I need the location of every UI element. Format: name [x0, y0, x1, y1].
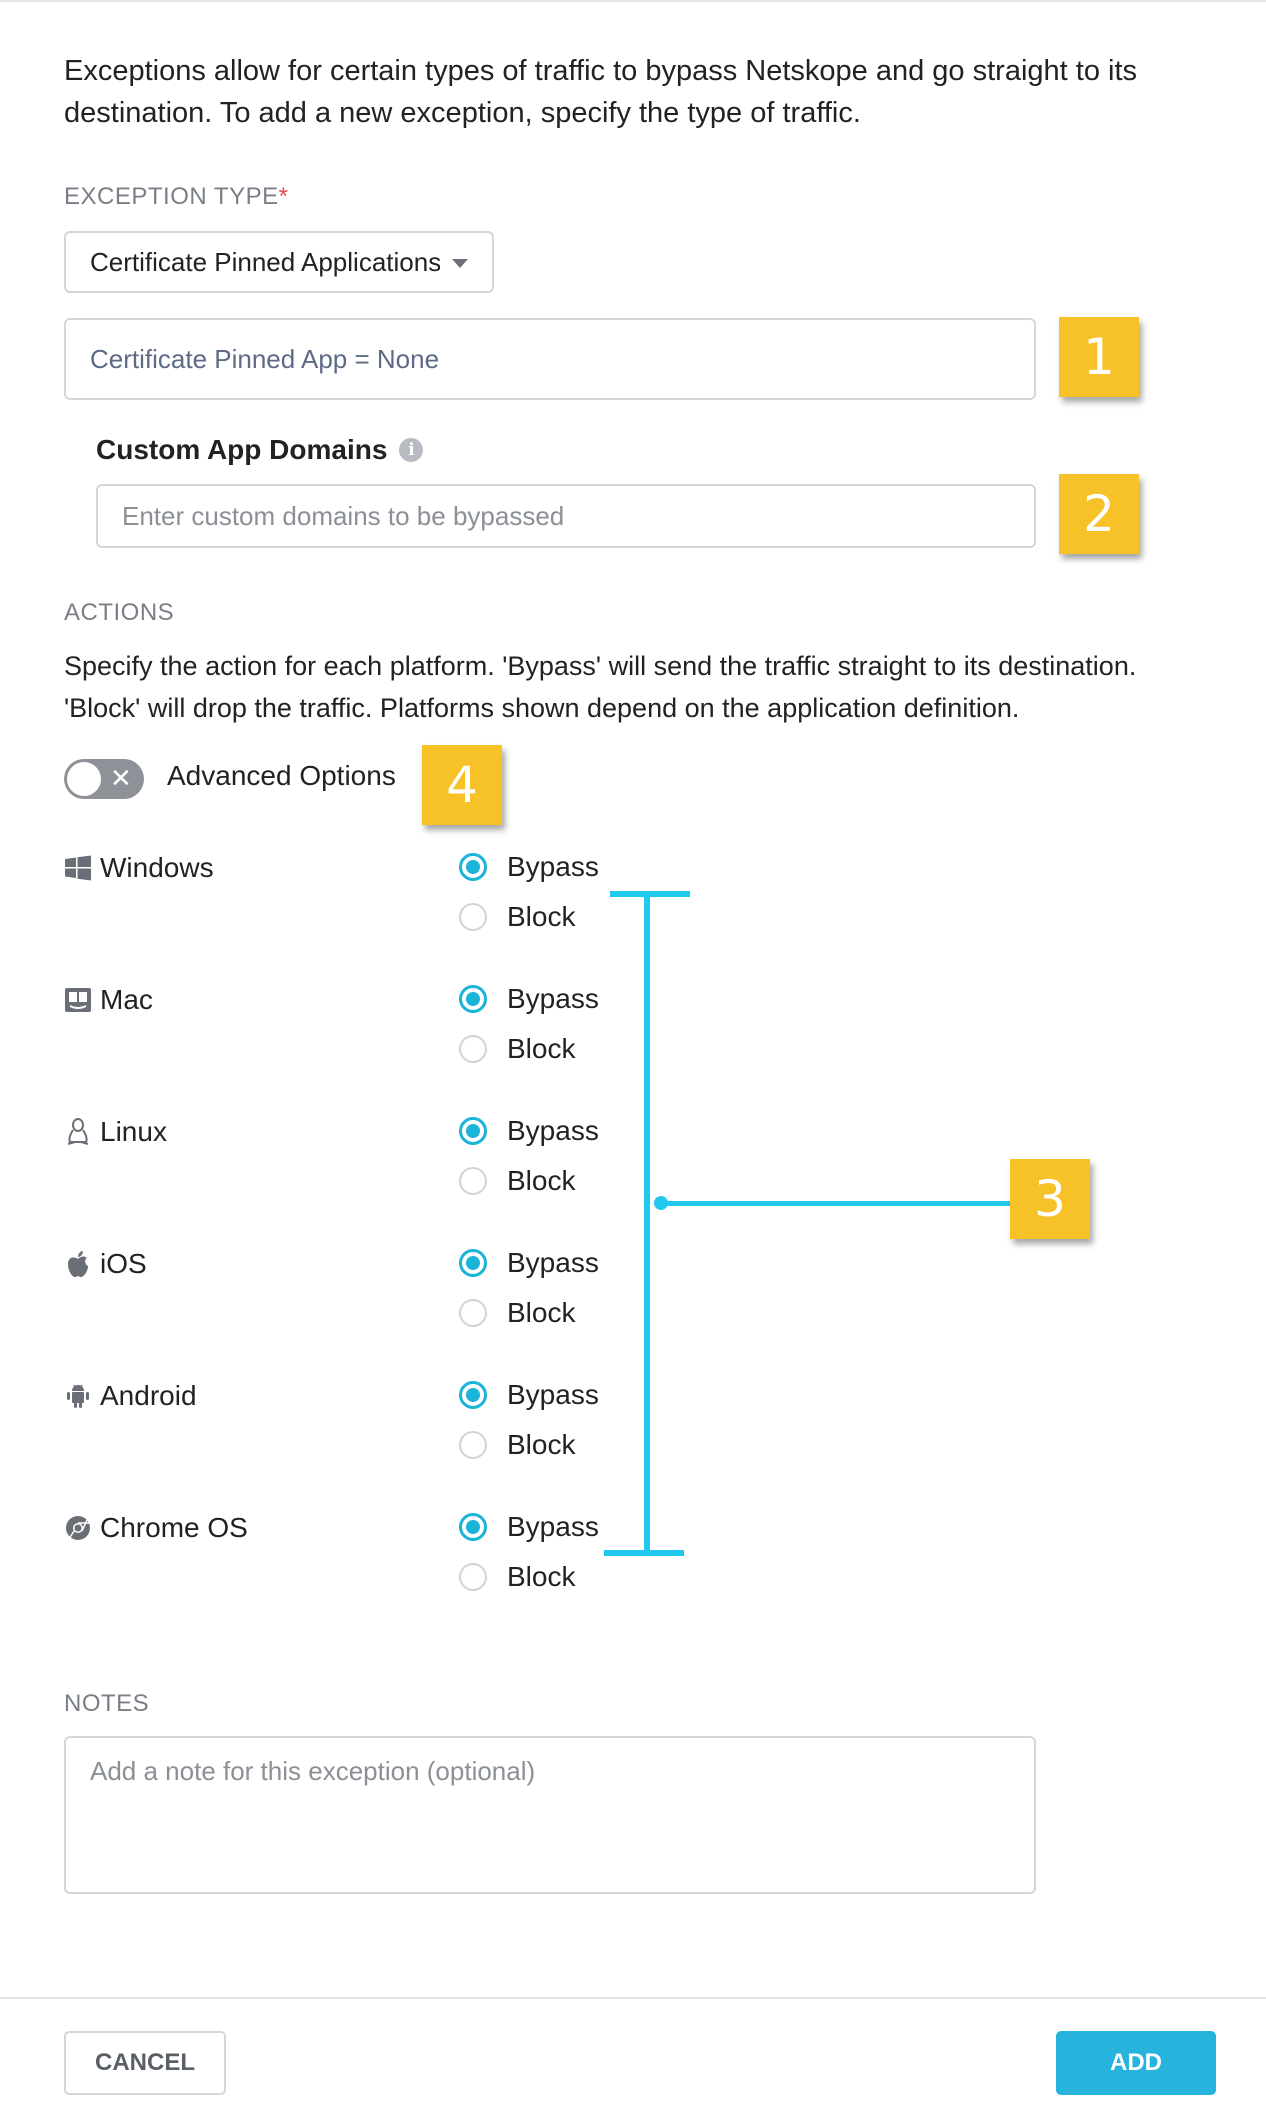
chrome-os-block-option[interactable]: Block	[459, 1561, 575, 1593]
add-button[interactable]: ADD	[1056, 2031, 1216, 2095]
platform-chrome-os: Chrome OS	[64, 1512, 248, 1544]
bracket-bottom-cap	[604, 1550, 684, 1556]
exception-type-label: EXCEPTION TYPE*	[64, 183, 288, 211]
radio-label: Block	[507, 901, 576, 932]
windows-icon	[64, 854, 92, 882]
platform-name: Mac	[100, 984, 153, 1015]
top-divider	[0, 0, 1266, 2]
annotation-badge-2: 2	[1059, 474, 1139, 554]
ios-block-option[interactable]: Block	[459, 1297, 575, 1329]
annotation-badge-4: 4	[422, 745, 502, 825]
radio-button[interactable]	[459, 1117, 487, 1145]
windows-block-option[interactable]: Block	[459, 901, 575, 933]
radio-button[interactable]	[459, 1381, 487, 1409]
android-block-option[interactable]: Block	[459, 1429, 575, 1461]
notes-label: NOTES	[64, 1690, 150, 1717]
linux-penguin-icon	[64, 1118, 92, 1146]
platform-name: Chrome OS	[100, 1512, 248, 1543]
mac-finder-icon	[64, 986, 92, 1014]
platform-linux: Linux	[64, 1116, 167, 1148]
cancel-button[interactable]: CANCEL	[64, 2031, 226, 2095]
notes-placeholder: Add a note for this exception (optional)	[90, 1756, 536, 1786]
radio-button[interactable]	[459, 1431, 487, 1459]
radio-label: Block	[507, 1429, 576, 1460]
radio-label: Bypass	[507, 1115, 599, 1146]
radio-label: Block	[507, 1165, 576, 1196]
bracket-top-cap	[610, 891, 690, 897]
windows-bypass-option[interactable]: Bypass	[459, 851, 599, 883]
platform-name: Android	[100, 1380, 197, 1411]
platform-name: Windows	[100, 852, 214, 883]
radio-label: Block	[507, 1033, 576, 1064]
radio-label: Bypass	[507, 1379, 599, 1410]
required-mark: *	[278, 183, 289, 210]
chrome-icon	[64, 1514, 92, 1542]
radio-label: Bypass	[507, 983, 599, 1014]
footer-divider	[0, 1997, 1266, 1999]
pinned-app-field[interactable]: Certificate Pinned App = None	[64, 318, 1036, 400]
radio-label: Bypass	[507, 1247, 599, 1278]
custom-domains-header: Custom App Domains i	[96, 434, 424, 466]
bracket-vertical-line	[644, 893, 650, 1553]
custom-domains-label: Custom App Domains	[96, 434, 388, 465]
exception-type-label-text: EXCEPTION TYPE	[64, 183, 279, 210]
radio-button[interactable]	[459, 1249, 487, 1277]
advanced-options-label: Advanced Options	[167, 760, 396, 791]
platform-name: Linux	[100, 1116, 167, 1147]
annotation-badge-1: 1	[1059, 317, 1139, 397]
chevron-down-icon	[452, 259, 468, 268]
radio-label: Block	[507, 1561, 576, 1592]
actions-description: Specify the action for each platform. 'B…	[64, 651, 1137, 723]
platform-mac: Mac	[64, 984, 153, 1016]
mac-bypass-option[interactable]: Bypass	[459, 983, 599, 1015]
apple-icon	[64, 1250, 92, 1278]
platform-windows: Windows	[64, 852, 214, 884]
android-bypass-option[interactable]: Bypass	[459, 1379, 599, 1411]
exception-type-select[interactable]: Certificate Pinned Applications	[64, 231, 494, 293]
mac-block-option[interactable]: Block	[459, 1033, 575, 1065]
radio-label: Bypass	[507, 851, 599, 882]
radio-button[interactable]	[459, 1513, 487, 1541]
intro-text: Exceptions allow for certain types of tr…	[64, 55, 1138, 129]
exception-type-selected: Certificate Pinned Applications	[90, 246, 440, 277]
linux-bypass-option[interactable]: Bypass	[459, 1115, 599, 1147]
info-icon[interactable]: i	[399, 438, 424, 462]
notes-textarea[interactable]: Add a note for this exception (optional)	[64, 1736, 1036, 1894]
platform-android: Android	[64, 1380, 197, 1412]
radio-button[interactable]	[459, 985, 487, 1013]
radio-label: Bypass	[507, 1511, 599, 1542]
radio-button[interactable]	[459, 903, 487, 931]
ios-bypass-option[interactable]: Bypass	[459, 1247, 599, 1279]
pinned-app-value: Certificate Pinned App = None	[90, 343, 440, 374]
radio-button[interactable]	[459, 1035, 487, 1063]
custom-domains-input[interactable]	[96, 484, 1036, 548]
toggle-knob	[67, 762, 101, 796]
radio-button[interactable]	[459, 1563, 487, 1591]
bracket-pointer-dot	[654, 1196, 668, 1210]
bracket-pointer-line	[660, 1201, 1010, 1206]
platform-name: iOS	[100, 1248, 147, 1279]
radio-label: Block	[507, 1297, 576, 1328]
android-icon	[64, 1382, 92, 1410]
actions-label: ACTIONS	[64, 599, 175, 626]
radio-button[interactable]	[459, 853, 487, 881]
linux-block-option[interactable]: Block	[459, 1165, 575, 1197]
advanced-options-toggle[interactable]: ✕	[64, 759, 144, 799]
platform-ios: iOS	[64, 1248, 147, 1280]
radio-button[interactable]	[459, 1167, 487, 1195]
close-icon: ✕	[110, 763, 132, 793]
chrome-os-bypass-option[interactable]: Bypass	[459, 1511, 599, 1543]
radio-button[interactable]	[459, 1299, 487, 1327]
annotation-badge-3: 3	[1010, 1159, 1090, 1239]
